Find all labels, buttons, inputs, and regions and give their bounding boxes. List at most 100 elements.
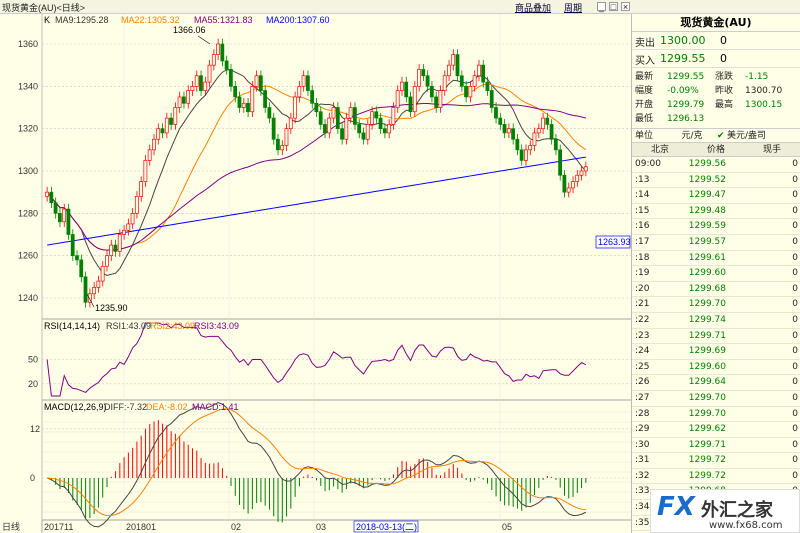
tick-list[interactable]: 09:00 1299.56 0:13 1299.52 0:14 1299.47 0:15 12… xyxy=(632,157,800,532)
tick-time: :15 xyxy=(635,205,650,216)
candle-body xyxy=(263,90,267,108)
candle-body xyxy=(391,107,396,125)
quote-label: 开盘 xyxy=(635,100,654,110)
macd-dea-value: DEA:-8.02 xyxy=(146,402,188,412)
buy-price: 1299.55 xyxy=(660,52,706,65)
quote-label: 最低 xyxy=(635,114,654,124)
candle-body xyxy=(190,85,195,91)
tick-row: :25 1299.60 0 xyxy=(632,360,800,376)
tick-time: :23 xyxy=(635,330,650,341)
candle-body xyxy=(62,208,67,223)
kline-chart[interactable]: 1360 1340 1320 1300 1280 1260 1240 50 20 12 0 日线 201… xyxy=(0,0,631,533)
candle-body xyxy=(571,181,575,189)
rsi1-value: RSI1:43.09 xyxy=(106,321,151,331)
currency-unit[interactable]: 美元/盎司 xyxy=(727,129,766,142)
unit-value: 元/克 xyxy=(681,131,703,141)
unit-row[interactable]: 单位 元/克 ✔ 美元/盎司 xyxy=(632,129,800,143)
candle-body xyxy=(455,54,460,77)
candle-body xyxy=(425,75,430,87)
tick-row: :18 1299.61 0 xyxy=(632,251,800,267)
watermark-logo: FX 外汇之家 www.fx68.com xyxy=(650,489,800,533)
candle-body xyxy=(45,191,49,197)
candle-body xyxy=(344,117,349,140)
buy-row[interactable]: 买入 1299.55 0 xyxy=(632,50,800,68)
candle-body xyxy=(267,107,272,119)
candle-body xyxy=(314,102,319,113)
tick-row: 09:00 1299.56 0 xyxy=(632,157,800,173)
tick-price: 1299.48 xyxy=(688,205,726,216)
tick-row: :28 1299.70 0 xyxy=(632,407,800,423)
candle-body xyxy=(177,96,182,108)
tick-price: 1299.62 xyxy=(688,424,726,435)
quote-title: 现货黄金(AU) xyxy=(632,14,800,32)
candle-body xyxy=(365,124,370,140)
y-tick-label: 1280 xyxy=(18,208,38,218)
tick-time: :27 xyxy=(635,392,650,403)
quote-panel: 现货黄金(AU) 卖出 1300.00 0 买入 1299.55 0 最新 129… xyxy=(631,14,800,533)
y-tick-label: 1360 xyxy=(18,39,38,49)
candle-body xyxy=(75,255,79,261)
candle-body xyxy=(134,196,139,214)
y-tick-label: 1260 xyxy=(18,251,38,261)
tick-volume: 0 xyxy=(792,346,798,357)
candle-body xyxy=(318,111,323,125)
quote-value: -1.15 xyxy=(745,72,769,82)
tick-row: :21 1299.70 0 xyxy=(632,297,800,313)
tick-volume: 0 xyxy=(792,190,798,201)
candle-body xyxy=(575,174,580,182)
tick-volume: 0 xyxy=(792,455,798,466)
candle-body xyxy=(494,107,498,119)
candle-body xyxy=(361,132,366,140)
rsi-tick-label: 20 xyxy=(28,379,38,389)
tick-row: :23 1299.71 0 xyxy=(632,329,800,345)
candle-body xyxy=(566,187,571,193)
quote-label: 最高 xyxy=(715,100,734,110)
candle-body xyxy=(459,75,464,87)
rsi-tick-label: 50 xyxy=(28,355,38,365)
candle-body xyxy=(53,202,58,214)
tick-volume: 0 xyxy=(792,159,798,169)
macd-panel xyxy=(46,402,587,528)
tick-row: :15 1299.48 0 xyxy=(632,204,800,220)
tick-price: 1299.69 xyxy=(688,346,726,357)
tick-row: :14 1299.47 0 xyxy=(632,188,800,204)
unit-label: 单位 xyxy=(635,131,654,141)
tick-volume: 0 xyxy=(792,470,798,481)
y-tick-label: 1300 xyxy=(18,166,38,176)
candle-body xyxy=(199,75,203,91)
tick-time: :17 xyxy=(635,236,650,247)
candle-body xyxy=(545,117,550,125)
macd-value: MACD:1.41 xyxy=(192,402,239,412)
candle-body xyxy=(194,75,199,87)
candle-body xyxy=(79,259,84,278)
tick-time: :18 xyxy=(635,252,650,263)
tick-row: :29 1299.62 0 xyxy=(632,422,800,438)
candle-body xyxy=(579,170,584,176)
candle-body xyxy=(412,85,417,113)
sell-row[interactable]: 卖出 1300.00 0 xyxy=(632,32,800,50)
candle-body xyxy=(438,90,443,108)
tick-volume: 0 xyxy=(792,252,798,263)
candle-body xyxy=(160,128,165,134)
candle-body xyxy=(173,107,178,125)
candle-body xyxy=(186,90,191,104)
sell-price: 1300.00 xyxy=(660,34,706,47)
tick-price: 1299.72 xyxy=(688,470,726,481)
candle-body xyxy=(472,75,477,87)
tick-price: 1299.72 xyxy=(688,455,726,466)
tick-time: :14 xyxy=(635,190,650,201)
quote-label: 涨跌 xyxy=(715,72,734,82)
tick-row: :26 1299.64 0 xyxy=(632,375,800,391)
y-tick-label: 1320 xyxy=(18,124,38,134)
tick-volume: 0 xyxy=(792,330,798,341)
candle-body xyxy=(139,181,143,197)
tick-price: 1299.71 xyxy=(688,330,726,341)
candle-body xyxy=(524,149,528,161)
candle-body xyxy=(211,54,216,66)
candle-body xyxy=(340,128,344,140)
candle-body xyxy=(229,69,233,87)
candle-body xyxy=(169,117,173,125)
candle-body xyxy=(408,96,413,113)
candle-body xyxy=(417,69,421,87)
candle-body xyxy=(532,132,537,146)
